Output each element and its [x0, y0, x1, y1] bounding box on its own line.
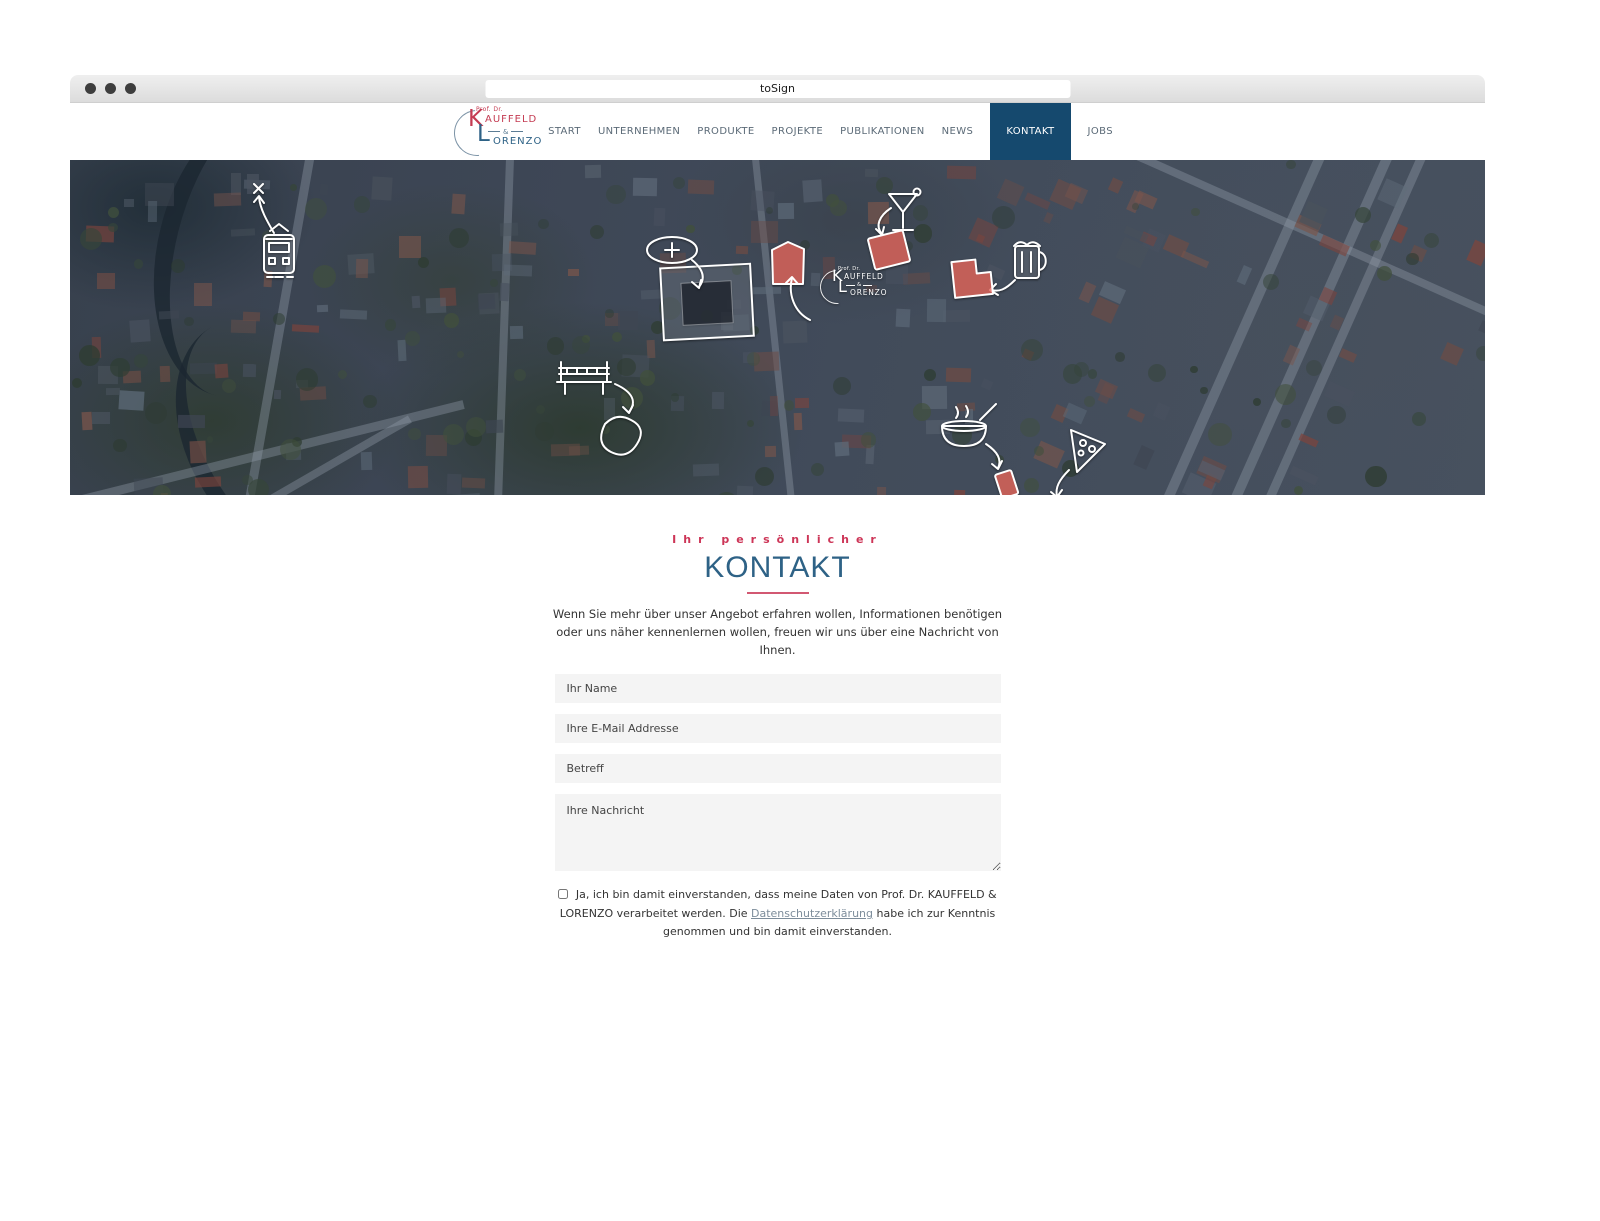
consent-checkbox[interactable] — [558, 889, 568, 899]
nav-item-produkte[interactable]: PRODUKTE — [697, 126, 754, 137]
contact-form — [555, 674, 1001, 871]
bench-icon — [545, 352, 705, 472]
privacy-policy-link[interactable]: Datenschutzerklärung — [751, 907, 873, 920]
subject-input[interactable] — [555, 754, 1001, 783]
email-input[interactable] — [555, 714, 1001, 743]
window-minimize-button[interactable] — [105, 83, 116, 94]
nav-item-jobs[interactable]: JOBS — [1088, 126, 1113, 137]
nav-item-publikationen[interactable]: PUBLIKATIONEN — [840, 126, 925, 137]
main-nav: START UNTERNEHMEN PRODUKTE PROJEKTE PUBL… — [548, 103, 1113, 160]
url-text: toSign — [760, 82, 795, 95]
name-input[interactable] — [555, 674, 1001, 703]
tree-icon — [642, 232, 752, 317]
message-textarea[interactable] — [555, 794, 1001, 871]
logo-ampersand-row: & — [488, 128, 523, 136]
logo-lorenzo: ORENZO — [493, 136, 542, 147]
tram-icon — [240, 175, 310, 280]
url-bar[interactable]: toSign — [485, 80, 1070, 98]
pizza-icon — [1005, 422, 1135, 495]
logo-kauffeld: AUFFELD — [485, 114, 537, 125]
browser-chrome: toSign — [70, 75, 1485, 103]
page-title: KONTAKT — [70, 551, 1485, 585]
logo-letter-l: L — [477, 123, 490, 146]
consent-text: Ja, ich bin damit einverstanden, dass me… — [552, 886, 1004, 940]
nav-item-kontakt[interactable]: KONTAKT — [990, 103, 1070, 160]
beer-icon — [945, 238, 1075, 338]
nav-item-start[interactable]: START — [548, 126, 581, 137]
title-underline — [747, 592, 809, 594]
nav-item-unternehmen[interactable]: UNTERNEHMEN — [598, 126, 680, 137]
nav-item-news[interactable]: NEWS — [942, 126, 974, 137]
hero-aerial-map: Prof. Dr. K AUFFELD & L ORENZO — [70, 160, 1485, 495]
section-eyebrow: Ihr persönlicher — [70, 533, 1485, 546]
nav-item-projekte[interactable]: PROJEKTE — [772, 126, 824, 137]
site-header: Prof. Dr. K AUFFELD & L ORENZO START UNT… — [70, 103, 1485, 160]
contact-section: Ihr persönlicher KONTAKT Wenn Sie mehr ü… — [70, 533, 1485, 941]
window-controls — [85, 83, 136, 94]
company-logo[interactable]: Prof. Dr. K AUFFELD & L ORENZO — [452, 107, 536, 157]
window-maximize-button[interactable] — [125, 83, 136, 94]
window-close-button[interactable] — [85, 83, 96, 94]
browser-window: toSign Prof. Dr. K AUFFELD & L ORENZO ST… — [70, 75, 1485, 941]
intro-text: Wenn Sie mehr über unser Angebot erfahre… — [539, 606, 1017, 659]
